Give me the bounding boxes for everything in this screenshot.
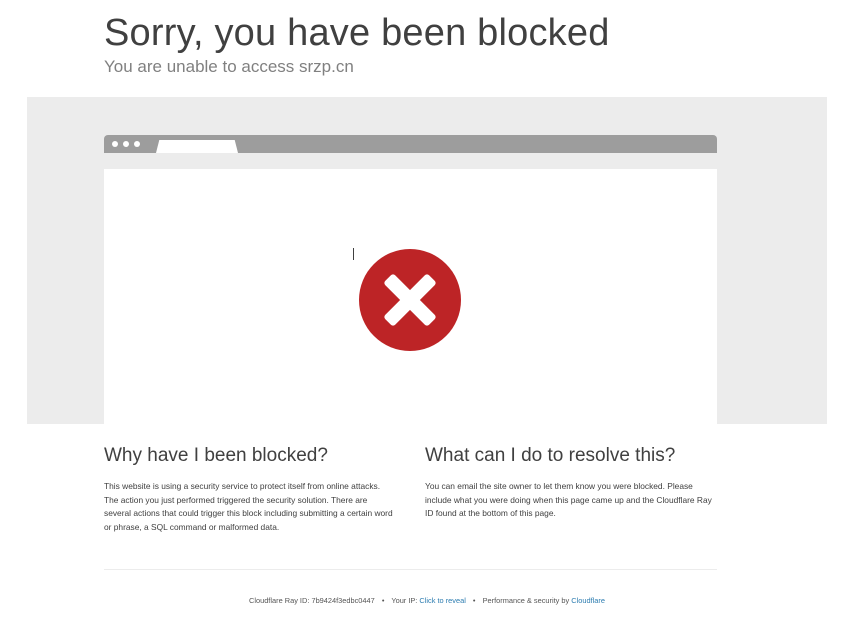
performance-label: Performance & security by <box>482 596 570 605</box>
browser-window-body <box>104 153 717 424</box>
footer-divider <box>104 569 717 570</box>
ray-id-label: Cloudflare Ray ID: <box>249 596 310 605</box>
why-blocked-section: Why have I been blocked? This website is… <box>104 444 396 534</box>
footer-separator: • <box>381 596 385 605</box>
ip-label: Your IP: <box>391 596 418 605</box>
resolve-text: You can email the site owner to let them… <box>425 481 712 518</box>
reveal-ip-link[interactable]: Click to reveal <box>419 596 465 605</box>
why-blocked-text: This website is using a security service… <box>104 481 393 532</box>
browser-tab <box>156 140 238 153</box>
why-blocked-heading: Why have I been blocked? <box>104 445 328 466</box>
window-dot-icon <box>134 141 140 147</box>
browser-toolbar-strip <box>104 153 717 169</box>
resolve-section: What can I do to resolve this? You can e… <box>425 444 717 521</box>
footer: Cloudflare Ray ID: 7b9424f3edbc0447 • Yo… <box>0 596 854 605</box>
page-subtitle: You are unable to access srzp.cn <box>104 57 354 76</box>
browser-window-bar <box>104 135 717 153</box>
resolve-heading: What can I do to resolve this? <box>425 445 676 466</box>
text-cursor <box>353 248 354 260</box>
error-x-icon <box>359 249 461 351</box>
blocked-page: Sorry, you have been blocked You are una… <box>0 0 854 633</box>
page-title: Sorry, you have been blocked <box>104 12 610 54</box>
ray-id-value: 7b9424f3edbc0447 <box>311 596 375 605</box>
footer-separator: • <box>472 596 476 605</box>
window-dot-icon <box>112 141 118 147</box>
page-header: Sorry, you have been blocked You are una… <box>104 12 610 78</box>
cloudflare-link[interactable]: Cloudflare <box>571 596 605 605</box>
window-dot-icon <box>123 141 129 147</box>
